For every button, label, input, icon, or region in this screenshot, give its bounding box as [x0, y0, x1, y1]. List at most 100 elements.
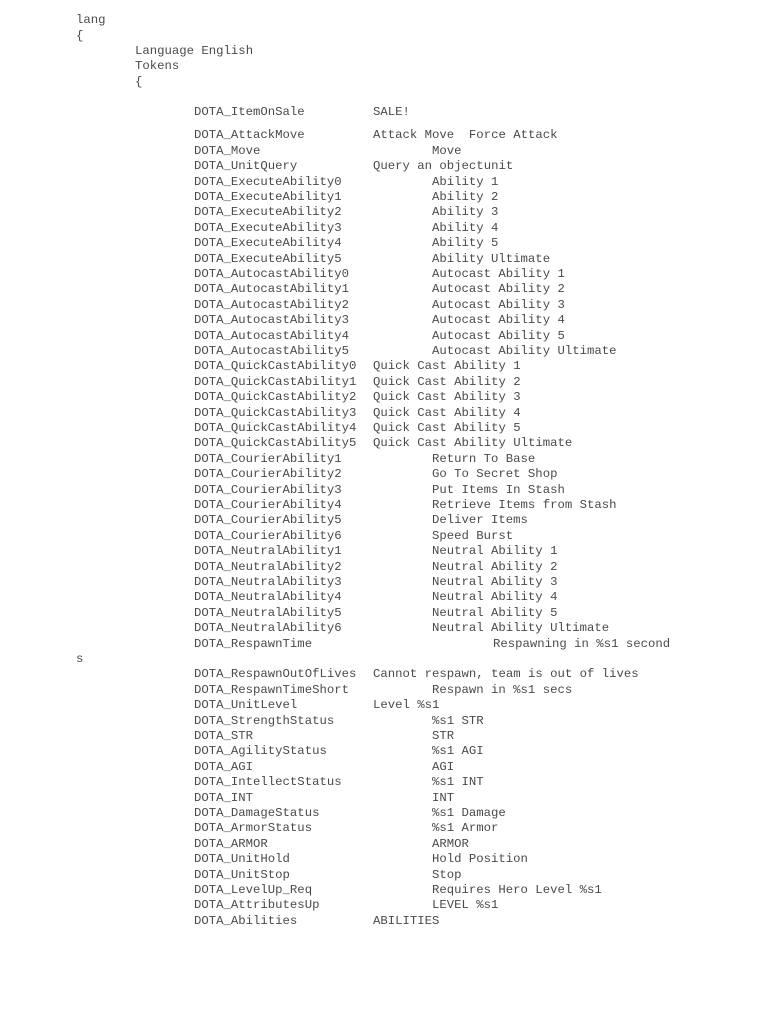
token-value: Attack Move Force Attack	[373, 128, 558, 143]
token-value: Level %s1	[373, 698, 440, 713]
token-value: Quick Cast Ability 2	[373, 374, 521, 389]
token-value: Go To Secret Shop	[432, 467, 558, 482]
token-value: STR	[432, 729, 455, 743]
token-value: Neutral Ability 2	[432, 559, 558, 574]
token-key: DOTA_QuickCastAbility5	[194, 436, 357, 451]
token-value: %s1 Armor	[432, 821, 499, 836]
token-value: LEVEL %s1	[432, 898, 499, 913]
token-key: DOTA_ExecuteAbility4	[194, 236, 342, 251]
tokens-open-brace: {	[135, 75, 143, 89]
token-value: %s1 INT	[432, 775, 484, 790]
token-key: DOTA_QuickCastAbility1	[194, 374, 357, 389]
token-key: DOTA_ItemOnSale	[194, 105, 305, 119]
token-value: Autocast Ability 2	[432, 282, 565, 297]
token-value: Ability 5	[432, 236, 499, 251]
token-value: Cannot respawn, team is out of lives	[373, 667, 639, 682]
token-key: DOTA_NeutralAbility6	[194, 621, 342, 636]
token-key: DOTA_UnitStop	[194, 867, 290, 882]
token-key: DOTA_RespawnOutOfLives	[194, 667, 357, 682]
token-key: DOTA_AutocastAbility5	[194, 344, 349, 358]
token-key: DOTA_NeutralAbility4	[194, 590, 342, 605]
token-value: Ability 3	[432, 205, 499, 220]
token-value: Autocast Ability 4	[432, 313, 565, 328]
language-file-document: lang { Language English Tokens { DOTA_It…	[0, 0, 768, 1024]
token-value: Neutral Ability 3	[432, 575, 558, 589]
token-value: Ability 4	[432, 220, 499, 235]
token-key: DOTA_NeutralAbility2	[194, 559, 342, 574]
token-value: Quick Cast Ability 1	[373, 359, 521, 374]
token-value: Neutral Ability 5	[432, 605, 558, 620]
token-value: Stop	[432, 867, 462, 882]
token-key: DOTA_CourierAbility2	[194, 467, 342, 482]
token-value: Neutral Ability 1	[432, 544, 558, 559]
token-value: %s1 STR	[432, 713, 484, 728]
token-value: Autocast Ability 3	[432, 297, 565, 312]
token-value: Quick Cast Ability 4	[373, 405, 521, 420]
root-block-name: lang	[76, 13, 106, 27]
token-key: DOTA_CourierAbility4	[194, 498, 342, 512]
token-key: DOTA_AttributesUp	[194, 898, 320, 913]
token-key: DOTA_QuickCastAbility0	[194, 359, 357, 374]
token-value: Autocast Ability 5	[432, 328, 565, 343]
token-value: Speed Burst	[432, 528, 514, 543]
token-key: DOTA_INT	[194, 790, 254, 805]
tokens-label: Tokens	[135, 59, 180, 73]
token-value: ARMOR	[432, 836, 469, 851]
token-value: Ability Ultimate	[432, 251, 551, 266]
token-key: DOTA_QuickCastAbility3	[194, 405, 357, 420]
token-value: ABILITIES	[373, 913, 440, 928]
token-key: DOTA_NeutralAbility5	[194, 605, 342, 620]
token-value: Ability 2	[432, 190, 499, 204]
token-value: %s1 Damage	[432, 806, 506, 820]
language-declaration: Language English	[135, 44, 254, 58]
token-key: DOTA_STR	[194, 729, 254, 743]
wrapped-text: s	[76, 652, 84, 666]
token-value: INT	[432, 790, 455, 805]
token-key: DOTA_AutocastAbility2	[194, 297, 349, 312]
token-value: AGI	[432, 759, 455, 774]
token-key: DOTA_RespawnTimeShort	[194, 682, 349, 697]
token-value: Requires Hero Level %s1	[432, 883, 602, 897]
token-key: DOTA_AutocastAbility4	[194, 328, 349, 343]
root-open-brace: {	[76, 29, 84, 43]
token-key: DOTA_ExecuteAbility1	[194, 190, 342, 204]
token-key: DOTA_NeutralAbility3	[194, 575, 342, 589]
token-value: Neutral Ability Ultimate	[432, 621, 610, 636]
token-key: DOTA_AutocastAbility3	[194, 313, 349, 328]
token-key: DOTA_UnitHold	[194, 852, 290, 867]
token-key: DOTA_ARMOR	[194, 836, 268, 851]
token-key: DOTA_IntellectStatus	[194, 775, 342, 790]
token-value: SALE!	[373, 105, 410, 119]
token-key: DOTA_ExecuteAbility3	[194, 220, 342, 235]
token-key: DOTA_DamageStatus	[194, 806, 320, 820]
token-key: DOTA_AttackMove	[194, 128, 305, 143]
token-value: Respawning in %s1 second	[493, 636, 671, 651]
token-key: DOTA_AgilityStatus	[194, 744, 327, 759]
token-key: DOTA_ExecuteAbility0	[194, 174, 342, 189]
token-key: DOTA_NeutralAbility1	[194, 544, 342, 559]
token-value: Return To Base	[432, 451, 536, 466]
token-key: DOTA_AGI	[194, 759, 254, 774]
token-key: DOTA_Move	[194, 143, 261, 158]
token-key: DOTA_QuickCastAbility2	[194, 390, 357, 405]
token-key: DOTA_UnitQuery	[194, 159, 298, 174]
token-value: Put Items In Stash	[432, 482, 565, 497]
token-key: DOTA_CourierAbility1	[194, 451, 342, 466]
token-key: DOTA_CourierAbility3	[194, 482, 342, 497]
token-value: Autocast Ability Ultimate	[432, 344, 617, 358]
token-value: %s1 AGI	[432, 744, 484, 759]
token-key: DOTA_ExecuteAbility5	[194, 251, 342, 266]
token-key: DOTA_AutocastAbility0	[194, 267, 349, 281]
token-value: Autocast Ability 1	[432, 267, 565, 281]
token-value: Quick Cast Ability 3	[373, 390, 521, 405]
token-value: Deliver Items	[432, 513, 528, 528]
token-key: DOTA_QuickCastAbility4	[194, 421, 357, 435]
token-value: Hold Position	[432, 852, 528, 867]
token-value: Move	[432, 143, 462, 158]
token-key: DOTA_LevelUp_Req	[194, 883, 313, 897]
token-key: DOTA_Abilities	[194, 913, 298, 928]
token-value: Respawn in %s1 secs	[432, 682, 573, 697]
token-value: Quick Cast Ability 5	[373, 421, 521, 435]
token-key: DOTA_CourierAbility5	[194, 513, 342, 528]
token-key: DOTA_RespawnTime	[194, 636, 313, 651]
